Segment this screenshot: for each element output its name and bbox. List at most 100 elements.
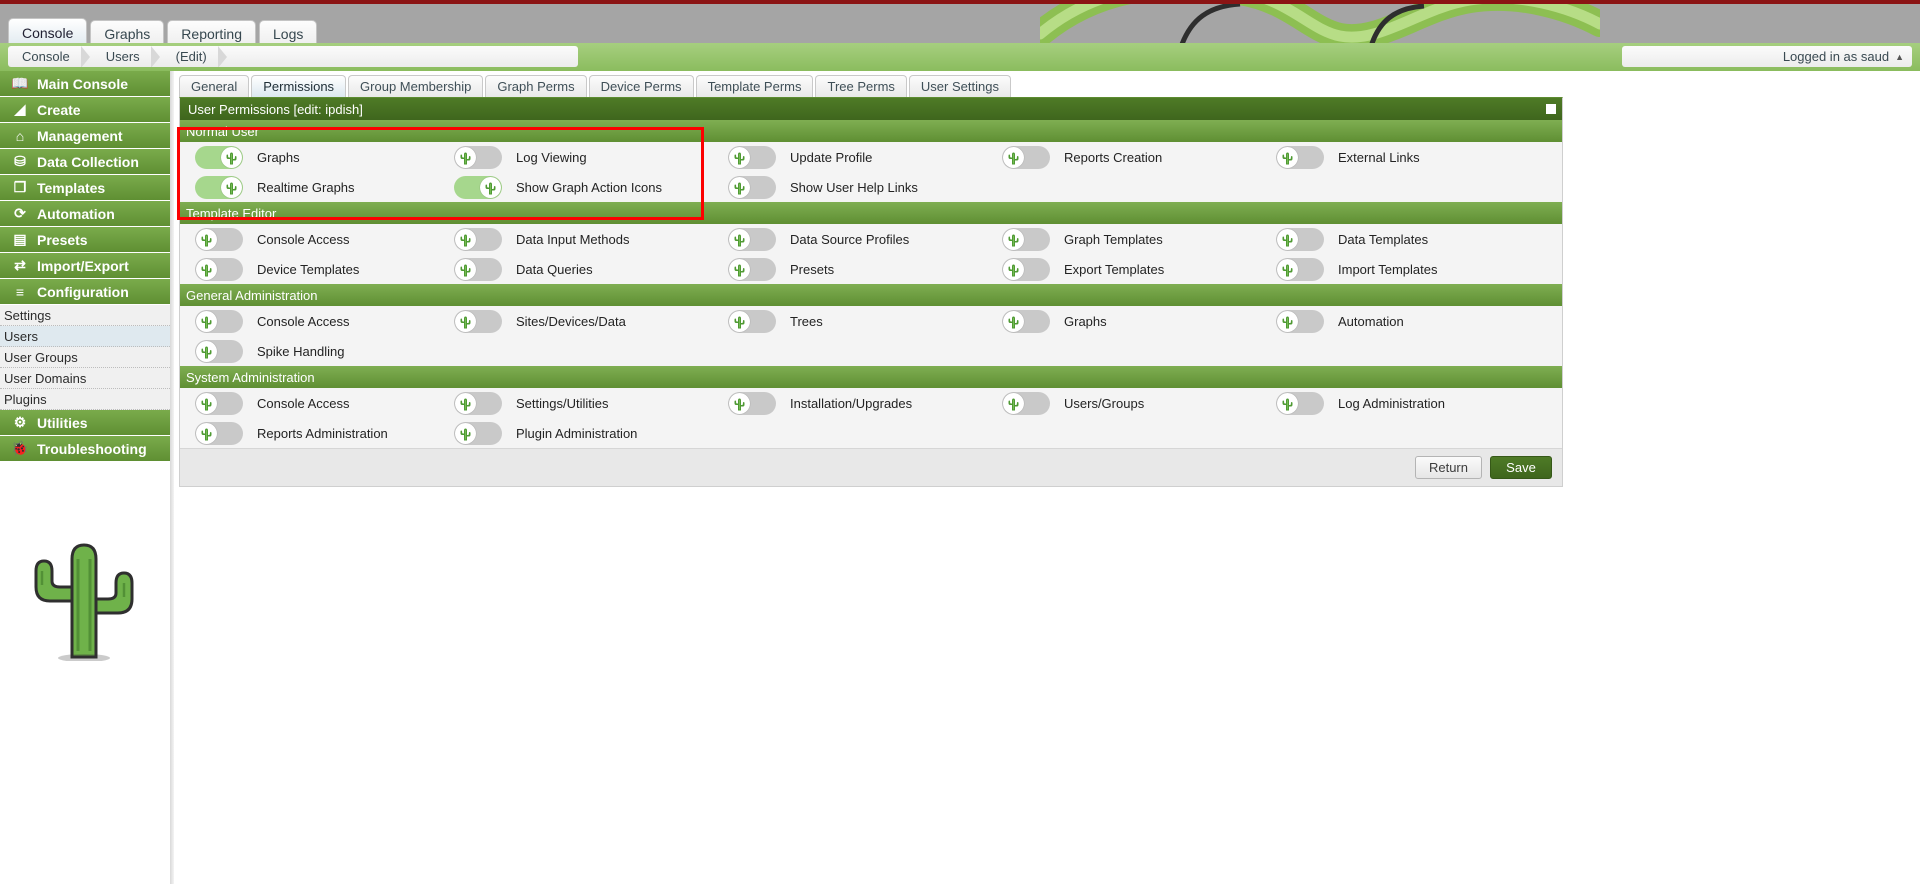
sidebar-subitem-users[interactable]: Users (0, 326, 170, 347)
logged-in-user-menu[interactable]: Logged in as saud ▲ (1622, 46, 1912, 67)
tab-template-perms[interactable]: Template Perms (695, 75, 814, 97)
toggle-knob (1277, 392, 1298, 414)
toggle-sites-devices-data[interactable] (454, 309, 502, 333)
toggle-export-templates[interactable] (1002, 257, 1050, 281)
cactus-icon (201, 398, 212, 410)
return-button[interactable]: Return (1414, 456, 1482, 479)
permission-cell-console-access: Console Access (180, 227, 454, 251)
main-tab-reporting[interactable]: Reporting (167, 20, 256, 43)
toggle-knob (1003, 310, 1024, 332)
toggle-knob (221, 146, 242, 168)
toggle-update-profile[interactable] (728, 145, 776, 169)
sidebar-item-templates[interactable]: ❐ Templates (0, 175, 170, 201)
toggle-data-queries[interactable] (454, 257, 502, 281)
permission-label: Reports Creation (1064, 149, 1163, 165)
toggle-device-templates[interactable] (195, 257, 243, 281)
sliders-icon: ≡ (15, 283, 25, 300)
permission-cell-data-input-methods: Data Input Methods (454, 227, 728, 251)
sidebar: 📖 Main Console ◢ Create ⌂ Management ⛁ Data Col… (0, 71, 170, 884)
permission-cell-plugin-administration: Plugin Administration (454, 421, 728, 445)
permission-cell-settings-utilities: Settings/Utilities (454, 391, 728, 415)
tab-permissions[interactable]: Permissions (251, 75, 347, 97)
toggle-trees[interactable] (728, 309, 776, 333)
tab-tree-perms[interactable]: Tree Perms (815, 75, 907, 97)
tab-general[interactable]: General (179, 75, 250, 97)
toggle-show-user-help-links[interactable] (728, 175, 776, 199)
breadcrumb-item-console[interactable]: Console (8, 46, 92, 67)
toggle-data-source-profiles[interactable] (728, 227, 776, 251)
permission-cell-trees: Trees (728, 309, 1002, 333)
toggle-show-graph-action-icons[interactable] (454, 175, 502, 199)
sidebar-item-configuration[interactable]: ≡ Configuration (0, 279, 170, 305)
permission-cell-realtime-graphs: Realtime Graphs (180, 175, 454, 199)
toggle-data-input-methods[interactable] (454, 227, 502, 251)
toggle-graph-templates[interactable] (1002, 227, 1050, 251)
breadcrumb-item--edit-[interactable]: (Edit) (162, 46, 229, 67)
toggle-settings-utilities[interactable] (454, 391, 502, 415)
toggle-reports-creation[interactable] (1002, 145, 1050, 169)
sidebar-item-data-collection[interactable]: ⛁ Data Collection (0, 149, 170, 175)
toggle-log-administration[interactable] (1276, 391, 1324, 415)
toggle-graphs[interactable] (1002, 309, 1050, 333)
permission-row: Spike Handling (180, 336, 1562, 366)
tab-device-perms[interactable]: Device Perms (588, 75, 694, 97)
tab-graph-perms[interactable]: Graph Perms (485, 75, 587, 97)
permission-label: Presets (790, 261, 835, 277)
cactus-icon (734, 182, 745, 194)
toggle-console-access[interactable] (195, 391, 243, 415)
cactus-icon (226, 182, 237, 194)
toggle-knob (1003, 258, 1024, 280)
sidebar-item-label: Presets (37, 231, 88, 248)
toggle-installation-upgrades[interactable] (728, 391, 776, 415)
sidebar-subitem-settings[interactable]: Settings (0, 305, 170, 326)
main-tab-graphs[interactable]: Graphs (90, 20, 165, 43)
toggle-users-groups[interactable] (1002, 391, 1050, 415)
toggle-knob (455, 228, 476, 250)
toggle-reports-administration[interactable] (195, 421, 243, 445)
toggle-knob (196, 310, 217, 332)
collapse-icon[interactable] (1546, 104, 1556, 114)
sidebar-subitem-user-groups[interactable]: User Groups (0, 347, 170, 368)
sidebar-item-import-export[interactable]: ⇄ Import/Export (0, 253, 170, 279)
toggle-console-access[interactable] (195, 227, 243, 251)
sidebar-trailing-list: ⚙ Utilities 🐞 Troubleshooting (0, 410, 170, 462)
sidebar-item-utilities[interactable]: ⚙ Utilities (0, 410, 170, 436)
toggle-knob (729, 258, 750, 280)
toggle-knob (1277, 310, 1298, 332)
toggle-graphs[interactable] (195, 145, 243, 169)
toggle-spike-handling[interactable] (195, 339, 243, 363)
page-title: User Permissions [edit: ipdish] (188, 101, 363, 117)
permission-cell-export-templates: Export Templates (1002, 257, 1276, 281)
tab-group-membership[interactable]: Group Membership (348, 75, 484, 97)
panel-footer: Return Save (180, 448, 1562, 486)
permission-label: Update Profile (790, 149, 873, 165)
tab-user-settings[interactable]: User Settings (908, 75, 1011, 97)
main-tab-logs[interactable]: Logs (259, 20, 318, 43)
toggle-automation[interactable] (1276, 309, 1324, 333)
toggle-realtime-graphs[interactable] (195, 175, 243, 199)
toggle-console-access[interactable] (195, 309, 243, 333)
main-tab-console[interactable]: Console (8, 18, 88, 43)
permission-label: Settings/Utilities (516, 395, 609, 411)
sidebar-item-troubleshooting[interactable]: 🐞 Troubleshooting (0, 436, 170, 462)
permission-label: Import Templates (1338, 261, 1438, 277)
toggle-data-templates[interactable] (1276, 227, 1324, 251)
cactus-icon (201, 428, 212, 440)
sidebar-subitem-user-domains[interactable]: User Domains (0, 368, 170, 389)
toggle-log-viewing[interactable] (454, 145, 502, 169)
toggle-external-links[interactable] (1276, 145, 1324, 169)
permission-cell-data-queries: Data Queries (454, 257, 728, 281)
toggle-knob (196, 422, 217, 444)
permission-cell-reports-administration: Reports Administration (180, 421, 454, 445)
toggle-plugin-administration[interactable] (454, 421, 502, 445)
toggle-presets[interactable] (728, 257, 776, 281)
sidebar-item-create[interactable]: ◢ Create (0, 97, 170, 123)
sidebar-item-main-console[interactable]: 📖 Main Console (0, 71, 170, 97)
sidebar-item-presets[interactable]: ▤ Presets (0, 227, 170, 253)
toggle-import-templates[interactable] (1276, 257, 1324, 281)
sidebar-subitem-plugins[interactable]: Plugins (0, 389, 170, 410)
sidebar-item-management[interactable]: ⌂ Management (0, 123, 170, 149)
sidebar-item-automation[interactable]: ⟳ Automation (0, 201, 170, 227)
breadcrumb-item-users[interactable]: Users (92, 46, 162, 67)
save-button[interactable]: Save (1490, 456, 1552, 479)
